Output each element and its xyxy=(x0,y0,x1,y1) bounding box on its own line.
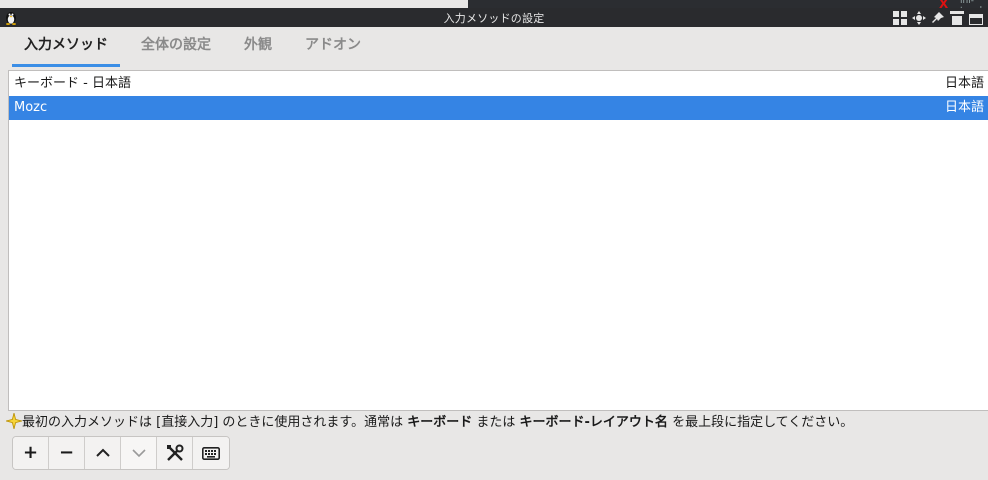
method-name: キーボード - 日本語 xyxy=(14,76,131,91)
hint-keyboard: キーボード xyxy=(407,415,473,430)
move-up-button[interactable] xyxy=(85,437,121,469)
minus-icon: − xyxy=(58,442,75,463)
pin-icon[interactable] xyxy=(930,10,946,25)
keyboard-layout-button[interactable] xyxy=(193,437,229,469)
list-item[interactable]: Mozc 日本語 xyxy=(9,96,988,120)
configure-button[interactable] xyxy=(157,437,193,469)
tools-icon xyxy=(166,444,183,461)
tab-input-method[interactable]: 入力メソッド xyxy=(12,36,120,67)
keyboard-icon xyxy=(202,446,220,460)
add-button[interactable]: + xyxy=(13,437,49,469)
method-name: Mozc xyxy=(14,100,48,115)
title-bar[interactable]: 入力メソッドの設定 xyxy=(0,8,988,27)
shade-icon[interactable] xyxy=(949,10,965,25)
tab-addons[interactable]: アドオン xyxy=(293,36,373,64)
method-language: 日本語 xyxy=(944,76,984,91)
background-window-strip: X ini-tsugh.rom xyxy=(0,0,988,16)
hint-part3: を最上段に指定してください。 xyxy=(667,415,854,430)
background-window: X ini-tsugh.rom xyxy=(468,0,988,16)
tab-global-config[interactable]: 全体の設定 xyxy=(129,36,223,64)
move-down-button[interactable] xyxy=(121,437,157,469)
tab-appearance[interactable]: 外観 xyxy=(232,36,284,64)
window-title: 入力メソッドの設定 xyxy=(443,12,545,25)
sparkle-icon xyxy=(6,413,23,430)
list-item[interactable]: キーボード - 日本語 日本語 xyxy=(9,72,988,96)
chevron-up-icon xyxy=(95,448,110,457)
remove-button[interactable]: − xyxy=(49,437,85,469)
method-language: 日本語 xyxy=(944,100,984,115)
window-controls xyxy=(892,10,984,25)
chevron-down-icon xyxy=(131,449,146,458)
move-icon[interactable] xyxy=(911,10,927,25)
minimize-icon[interactable] xyxy=(968,10,984,25)
hint-keyboard-layout: キーボード-レイアウト名 xyxy=(519,415,668,430)
hint-part1: 最初の入力メソッドは [直接入力] のときに使用されます。通常は xyxy=(22,415,408,430)
plus-icon: + xyxy=(22,442,39,463)
hint-text: 最初の入力メソッドは [直接入力] のときに使用されます。通常は キーボード ま… xyxy=(6,413,988,433)
method-toolbar: + − xyxy=(12,436,230,470)
hint-part2: または xyxy=(472,415,520,430)
tile-icon[interactable] xyxy=(892,10,908,25)
input-method-list[interactable]: キーボード - 日本語 日本語 Mozc 日本語 xyxy=(8,70,988,411)
tab-bar: 入力メソッド 全体の設定 外観 アドオン xyxy=(12,36,382,67)
